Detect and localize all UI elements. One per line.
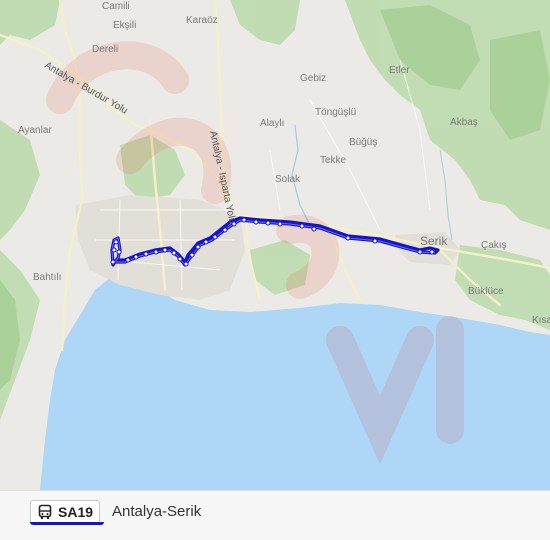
- bus-stop: [429, 249, 435, 255]
- place-label-kisa: Kısa: [532, 315, 550, 326]
- place-label-alayli: Alaylı: [260, 118, 285, 129]
- route-code: SA19: [58, 504, 94, 520]
- place-label-karaoz: Karaöz: [186, 15, 218, 26]
- bus-stop: [125, 257, 131, 263]
- place-label-tekke: Tekke: [320, 155, 347, 166]
- place-label-bügüs: Büğüş: [349, 137, 378, 148]
- bus-stop: [171, 250, 177, 256]
- bus-stop: [253, 219, 259, 225]
- bus-stop: [110, 259, 116, 265]
- route-name: Antalya-Serik: [112, 503, 202, 520]
- place-label-gebiz: Gebiz: [300, 73, 327, 84]
- bus-stop: [203, 239, 209, 245]
- place-label-eksili: Ekşili: [113, 20, 137, 31]
- place-label-dereli: Dereli: [92, 44, 119, 55]
- place-label-camili: Camili: [102, 1, 130, 12]
- bus-stop: [299, 223, 305, 229]
- bus-stop: [133, 254, 139, 260]
- bus-stop: [311, 226, 317, 232]
- bus-stop: [345, 235, 351, 241]
- bus-stop: [212, 234, 218, 240]
- bus-stop: [265, 220, 271, 226]
- bus-stop: [417, 249, 423, 255]
- bus-stop: [116, 249, 122, 255]
- place-label-ayanlar: Ayanlar: [18, 125, 52, 136]
- place-label-solak: Solak: [275, 174, 301, 185]
- place-label-büklüce: Büklüce: [468, 286, 504, 297]
- route-badge[interactable]: SA19: [30, 500, 101, 524]
- place-label-etler: Etler: [389, 65, 410, 76]
- bus-icon: [37, 504, 53, 520]
- bus-stop: [111, 247, 117, 253]
- bus-stop: [372, 238, 378, 244]
- bus-stop: [222, 227, 228, 233]
- bus-stop: [277, 221, 283, 227]
- bus-stop: [177, 256, 183, 262]
- bus-stop: [183, 261, 189, 267]
- place-label-akbas: Akbaş: [450, 117, 478, 128]
- route-color-bar: [30, 522, 104, 525]
- bus-stop: [113, 239, 119, 245]
- bus-stop: [162, 247, 168, 253]
- bus-stop: [195, 244, 201, 250]
- place-label-cakis: Çakış: [481, 240, 507, 251]
- place-label-tongüslü: Töngüşlü: [315, 107, 357, 118]
- place-label-bahtili: Bahtılı: [33, 272, 62, 283]
- bus-stop: [189, 252, 195, 258]
- bus-stop: [241, 217, 247, 223]
- map-canvas: [0, 0, 550, 490]
- route-footer: SA19 Antalya-Serik: [0, 490, 550, 540]
- place-label-serik: Serik: [420, 234, 448, 248]
- bus-stop: [153, 249, 159, 255]
- bus-stop: [143, 251, 149, 257]
- route-map[interactable]: Camili Ekşili Karaöz Dereli Gebiz Etler …: [0, 0, 550, 490]
